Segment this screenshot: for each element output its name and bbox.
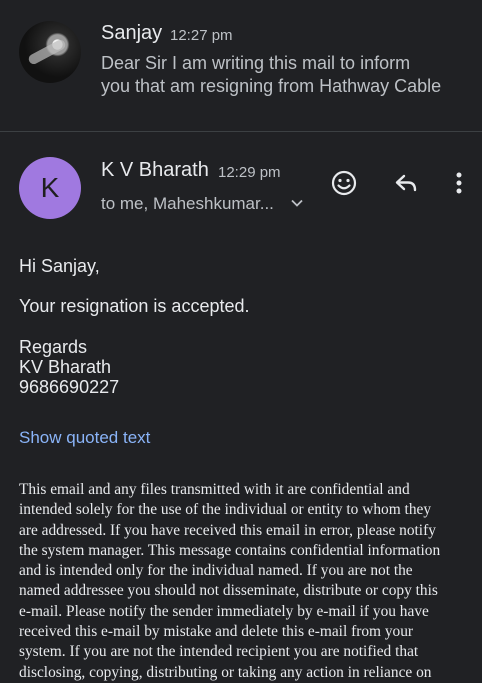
- sender-avatar-photo: [19, 21, 81, 83]
- disclaimer-line: e-mail. Please notify the sender immedia…: [19, 602, 429, 620]
- add-reaction-button[interactable]: [329, 168, 359, 198]
- snippet-line: you that am resigning from Hathway Cable: [101, 76, 442, 96]
- divider: [0, 131, 482, 132]
- recipients-details[interactable]: to me, Maheshkumar...: [101, 194, 274, 214]
- reply-icon: [395, 174, 417, 192]
- email-time: 12:27 pm: [170, 27, 233, 44]
- disclaimer-line: the system manager. This message contain…: [19, 541, 441, 559]
- signature-name: KV Bharath: [19, 357, 112, 377]
- snippet-line: Dear Sir I am writing this mail to infor…: [101, 53, 411, 73]
- disclaimer-line: named addressee you should not dissemina…: [19, 582, 438, 600]
- collapsed-email-sanjay[interactable]: Sanjay 12:27 pm Dear Sir I am writing th…: [0, 0, 482, 132]
- smiley-icon: [331, 170, 357, 196]
- sender-avatar[interactable]: K: [19, 157, 81, 219]
- disclaimer-line: received this e-mail by mistake and dele…: [19, 623, 414, 641]
- sender-name: K V Bharath: [101, 159, 209, 181]
- signature-phone[interactable]: 9686690227: [19, 377, 119, 398]
- disclaimer-line: disclosing, copying, distributing or tak…: [19, 663, 432, 681]
- body-greeting: Hi Sanjay,: [19, 256, 100, 276]
- disclaimer-line: and is intended only for the individual …: [19, 562, 413, 580]
- disclaimer-line: This email and any files transmitted wit…: [19, 481, 410, 498]
- disclaimer-line: are addressed. If you have received this…: [19, 521, 436, 539]
- body-message: Your resignation is accepted.: [19, 296, 250, 316]
- disclaimer-line: system. If you are not the intended reci…: [19, 643, 419, 661]
- more-options-button[interactable]: [444, 168, 474, 198]
- show-quoted-text-link[interactable]: Show quoted text: [19, 428, 150, 448]
- chevron-down-icon[interactable]: [289, 195, 305, 211]
- disclaimer-line: intended solely for the use of the indiv…: [19, 501, 432, 519]
- email-time: 12:29 pm: [218, 164, 281, 181]
- body-signoff: Regards: [19, 337, 88, 357]
- more-vert-icon: [456, 172, 462, 194]
- email-snippet: Dear Sir I am writing this mail to infor…: [101, 52, 471, 98]
- sender-name: Sanjay: [101, 22, 163, 44]
- reply-button[interactable]: [391, 168, 421, 198]
- email-disclaimer: This email and any files transmitted wit…: [19, 480, 469, 683]
